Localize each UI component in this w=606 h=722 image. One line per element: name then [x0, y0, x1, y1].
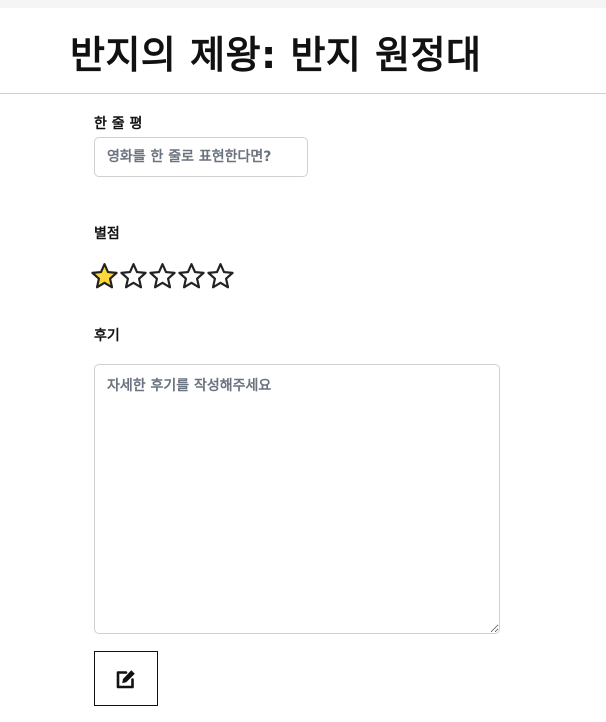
- star-filled-icon[interactable]: [90, 262, 119, 291]
- oneline-label: 한 줄 평: [94, 116, 143, 132]
- star-rating[interactable]: [90, 262, 235, 292]
- star-empty-icon[interactable]: [206, 262, 235, 291]
- page-header: 반지의 제왕: 반지 원정대: [0, 8, 606, 94]
- star-empty-icon[interactable]: [177, 262, 206, 291]
- review-textarea[interactable]: [94, 364, 500, 634]
- submit-review-button[interactable]: [94, 651, 158, 706]
- star-empty-icon[interactable]: [119, 262, 148, 291]
- edit-icon: [114, 667, 138, 691]
- top-strip: [0, 0, 606, 8]
- rating-label: 별점: [94, 226, 120, 242]
- oneline-input[interactable]: [94, 137, 308, 177]
- page-title: 반지의 제왕: 반지 원정대: [70, 33, 482, 77]
- review-label: 후기: [94, 328, 120, 344]
- star-empty-icon[interactable]: [148, 262, 177, 291]
